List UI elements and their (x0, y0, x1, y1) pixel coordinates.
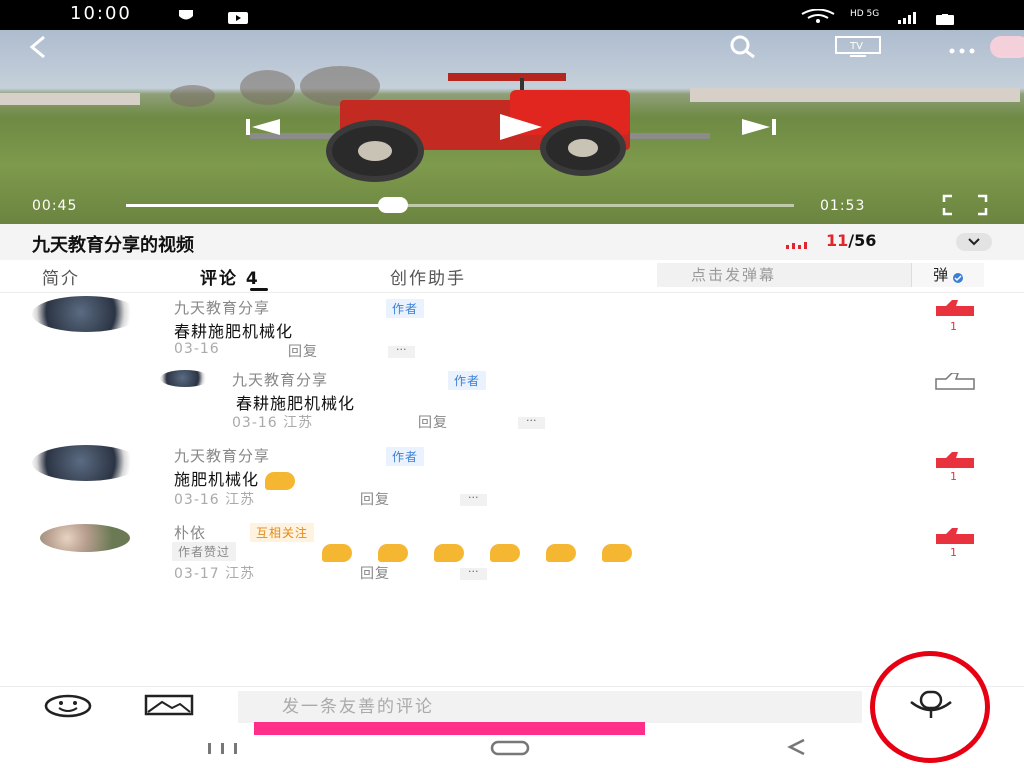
episode-counter[interactable]: 11/56 (826, 231, 876, 250)
like-count: 1 (950, 546, 957, 559)
tractor-wheel (540, 120, 626, 176)
comment-date: 03-16 江苏 (174, 492, 256, 508)
thumbs-up-emoji-icon (602, 543, 632, 562)
author-liked-badge: 作者赞过 (172, 542, 237, 561)
thumbs-up-outline-icon[interactable] (934, 372, 976, 396)
comment-date: 03-16 (174, 341, 220, 357)
author-badge: 作者 (386, 447, 425, 466)
battery-icon (936, 10, 956, 29)
author-badge: 作者 (448, 371, 487, 390)
comment-date: 03-17 江苏 (174, 566, 256, 582)
signal-icon (898, 9, 918, 28)
highlight-bar (254, 722, 645, 735)
promo-bubble[interactable] (990, 36, 1024, 58)
tree-bg (240, 70, 295, 105)
danmaku-button[interactable]: 弹 (911, 263, 984, 287)
back-arrow-icon[interactable] (26, 34, 52, 67)
fullscreen-icon[interactable] (942, 194, 988, 220)
progress-knob[interactable] (378, 197, 409, 213)
shield-icon (178, 8, 194, 27)
skip-previous-icon[interactable] (244, 116, 284, 142)
thumbs-up-emoji-icon (322, 543, 352, 562)
duration: 01:53 (820, 198, 866, 214)
play-icon[interactable] (496, 110, 546, 148)
image-icon[interactable] (144, 694, 196, 718)
tab-underline (250, 288, 268, 291)
thumbs-up-emoji-icon (490, 543, 520, 562)
tab-intro[interactable]: 简介 (42, 264, 80, 289)
thumbs-up-emoji-icon (265, 471, 296, 490)
tab-comments[interactable]: 评论 4 (200, 264, 260, 289)
thumbs-up-emoji-icon (434, 543, 464, 562)
progress-bar[interactable] (126, 197, 794, 213)
comment-more-button[interactable]: ··· (518, 415, 545, 429)
more-dots-icon[interactable] (946, 40, 980, 59)
reply-button[interactable]: 回复 (288, 341, 318, 361)
thumbs-up-emoji-row (322, 542, 658, 562)
tree-bg (170, 85, 215, 107)
tv-cast-icon[interactable]: TV (834, 35, 884, 63)
recent-apps-icon[interactable] (206, 740, 242, 759)
comment-more-button[interactable]: ··· (460, 566, 487, 580)
danmaku-input[interactable]: 点击发弹幕 (657, 263, 911, 287)
comment-username[interactable]: 九天教育分享 (174, 445, 270, 466)
status-bar: 10:00 HD 5G (0, 0, 1024, 30)
home-icon[interactable] (490, 740, 532, 760)
village-bg (0, 93, 140, 105)
current-time: 00:45 (32, 198, 78, 214)
live-indicator-icon (786, 236, 814, 255)
comment-more-button[interactable]: ··· (460, 492, 487, 506)
avatar[interactable] (32, 296, 140, 332)
youtube-icon (228, 9, 248, 28)
comment-more-button[interactable]: ··· (388, 344, 415, 358)
comment-input[interactable]: 发一条友善的评论 (238, 691, 862, 723)
comment-username[interactable]: 九天教育分享 (174, 297, 270, 318)
svg-text:TV: TV (849, 41, 863, 52)
avatar[interactable] (32, 445, 140, 481)
search-icon[interactable] (728, 34, 758, 64)
mutual-follow-badge: 互相关注 (250, 523, 315, 542)
comment-username[interactable]: 朴依 (174, 522, 206, 543)
video-title-row: 九天教育分享的视频 11/56 (0, 224, 1024, 260)
network-label: HD 5G (850, 9, 880, 19)
avatar[interactable] (160, 370, 210, 387)
episode-total: /56 (848, 231, 877, 250)
tractor-wheel (326, 120, 424, 182)
status-time: 10:00 (70, 3, 132, 24)
comment-text: 春耕施肥机械化 (174, 322, 294, 341)
danmaku-button-label: 弹 (933, 266, 949, 284)
comment-date: 03-16 江苏 (232, 415, 314, 431)
like-count: 1 (950, 470, 957, 483)
like-count: 1 (950, 320, 957, 333)
village-bg (690, 88, 1020, 102)
skip-next-icon[interactable] (740, 116, 780, 142)
thumbs-up-emoji-icon (546, 543, 576, 562)
video-player[interactable]: TV 00:45 01:53 (0, 30, 1024, 224)
tractor-roof (448, 73, 566, 81)
reply-button[interactable]: 回复 (418, 412, 448, 432)
annotation-circle (870, 651, 990, 763)
emoji-icon[interactable] (44, 694, 92, 718)
tab-creator-assistant[interactable]: 创作助手 (390, 264, 466, 289)
comment-text: 施肥机械化 (174, 466, 296, 490)
nav-back-icon[interactable] (786, 738, 808, 760)
wifi-icon (800, 8, 836, 27)
progress-fill (126, 204, 394, 207)
collapse-button[interactable] (956, 233, 992, 251)
reply-button[interactable]: 回复 (360, 489, 390, 509)
thumbs-up-emoji-icon (378, 543, 408, 562)
avatar[interactable] (40, 524, 130, 552)
comment-text: 春耕施肥机械化 (236, 394, 356, 413)
episode-current: 11 (826, 231, 849, 250)
reply-button[interactable]: 回复 (360, 563, 390, 583)
author-badge: 作者 (386, 299, 425, 318)
video-title: 九天教育分享的视频 (32, 235, 194, 256)
comment-username[interactable]: 九天教育分享 (232, 369, 328, 390)
